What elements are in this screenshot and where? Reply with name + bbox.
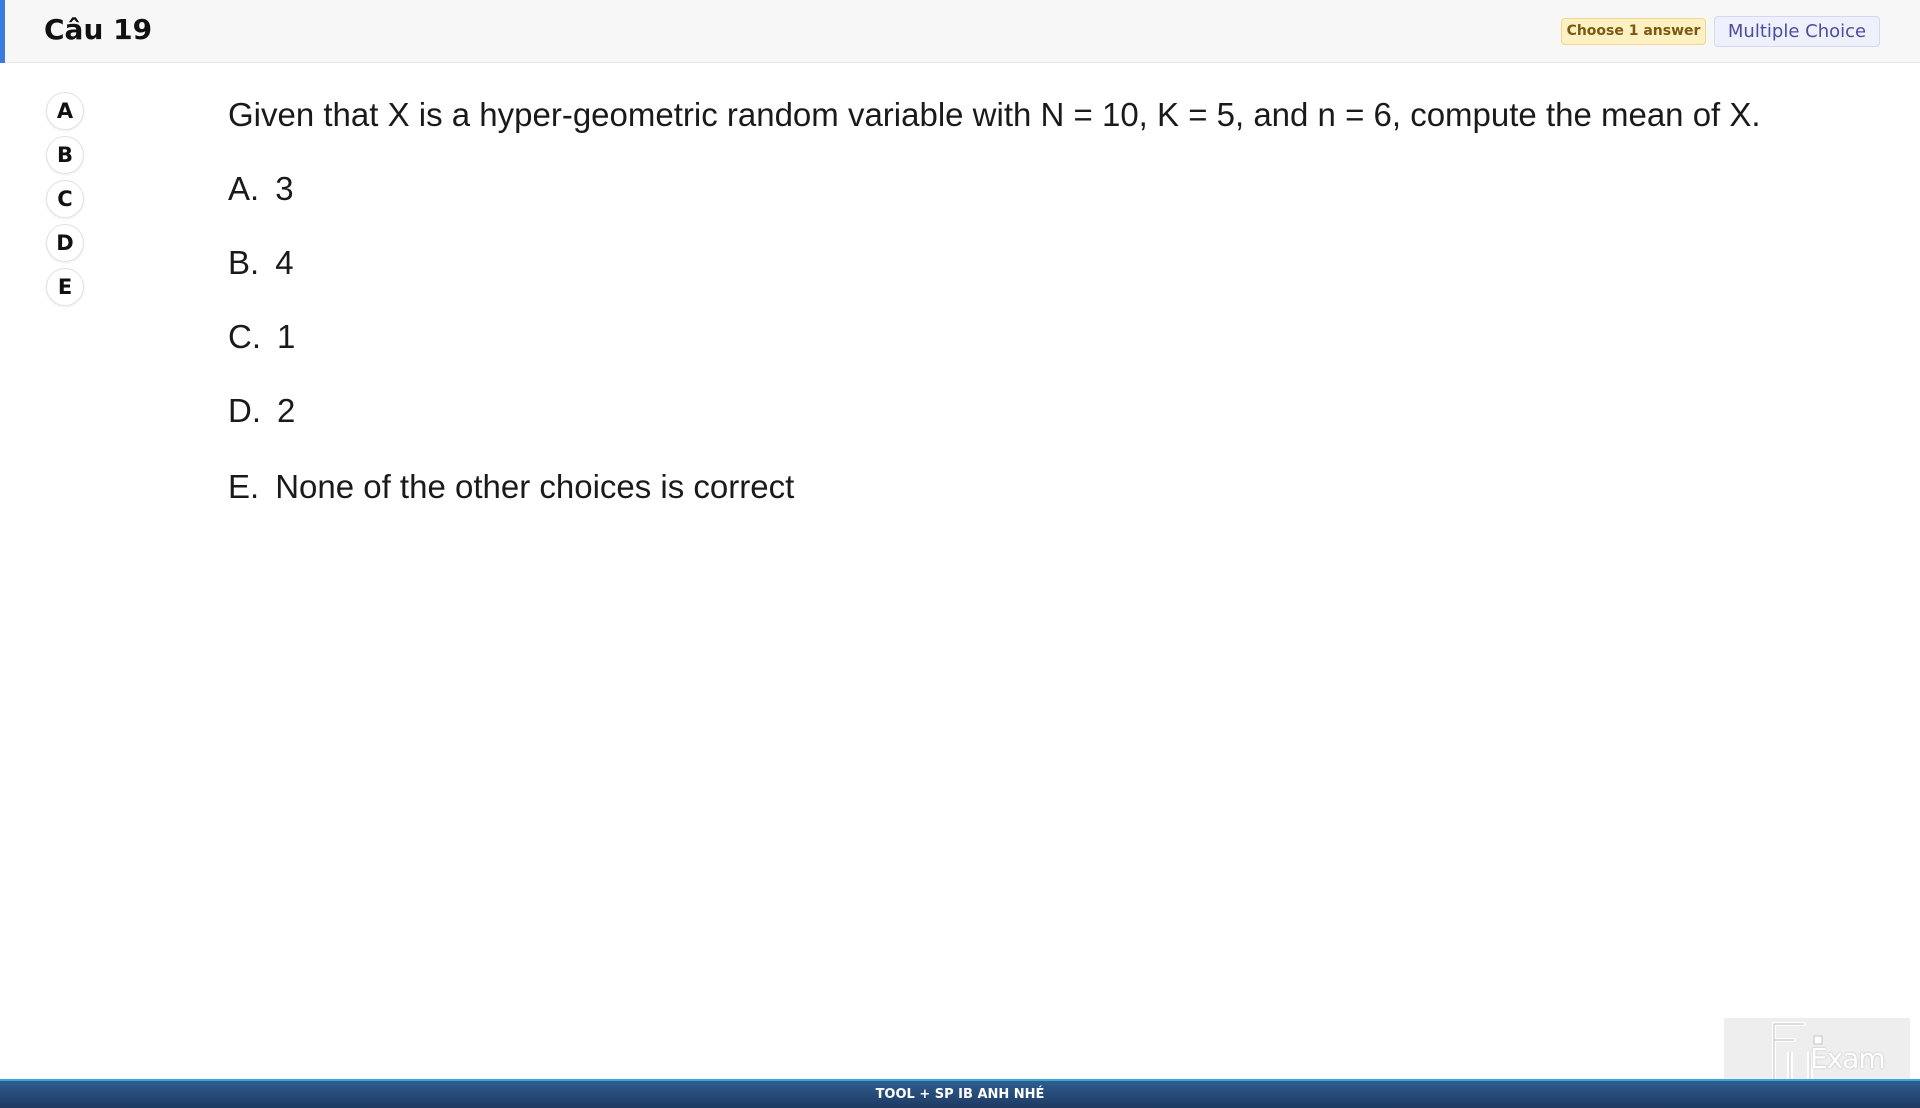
choose-one-badge: Choose 1 answer xyxy=(1561,18,1706,45)
choice-text: 2 xyxy=(277,392,296,429)
question-number-title: Câu 19 xyxy=(44,13,153,46)
answer-button-c[interactable]: C xyxy=(46,180,84,218)
header-accent-bar xyxy=(0,0,5,63)
choice-d: D. 2 xyxy=(228,390,295,432)
question-type-badge: Multiple Choice xyxy=(1714,16,1880,47)
question-text: Given that X is a hyper-geometric random… xyxy=(228,96,1761,133)
answer-button-b[interactable]: B xyxy=(46,136,84,174)
footer-bar: TOOL + SP IB ANH NHÉ xyxy=(0,1079,1920,1108)
choice-text: None of the other choices is correct xyxy=(275,468,795,505)
choice-letter: E. xyxy=(228,468,260,505)
exam-page: Câu 19 Choose 1 answer Multiple Choice A… xyxy=(0,0,1920,1108)
logo-text: Exam xyxy=(1810,1042,1886,1075)
choice-text: 3 xyxy=(275,170,294,207)
choice-text: 4 xyxy=(275,244,294,281)
choice-letter: D. xyxy=(228,392,261,429)
question-header: Câu 19 Choose 1 answer Multiple Choice xyxy=(0,0,1920,63)
choice-text: 1 xyxy=(277,318,296,355)
answer-button-d[interactable]: D xyxy=(46,224,84,262)
choice-a: A. 3 xyxy=(228,168,294,210)
choice-letter: B. xyxy=(228,244,260,281)
choice-b: B. 4 xyxy=(228,242,294,284)
choice-letter: C. xyxy=(228,318,261,355)
choice-e: E. None of the other choices is correct xyxy=(228,466,794,508)
choice-letter: A. xyxy=(228,170,260,207)
choice-c: C. 1 xyxy=(228,316,295,358)
footer-text: TOOL + SP IB ANH NHÉ xyxy=(875,1087,1045,1102)
answer-button-e[interactable]: E xyxy=(46,268,84,306)
answer-button-a[interactable]: A xyxy=(46,92,84,130)
